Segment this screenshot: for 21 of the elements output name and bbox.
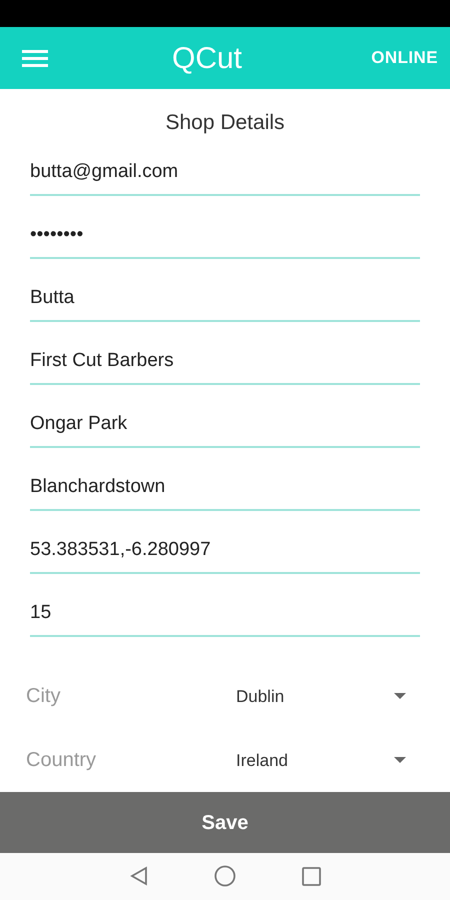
input-field[interactable]: 15 bbox=[30, 591, 420, 638]
status-label: ONLINE bbox=[371, 47, 438, 70]
dropdown[interactable]: Ireland bbox=[236, 748, 406, 774]
back-icon[interactable] bbox=[130, 866, 148, 886]
field-label: City bbox=[26, 684, 62, 710]
input-field[interactable]: Ongar Park bbox=[30, 402, 420, 448]
caret-icon bbox=[394, 693, 406, 700]
field-label: Country bbox=[26, 748, 98, 774]
recents-icon[interactable] bbox=[302, 866, 320, 886]
input-field[interactable]: Blanchardstown bbox=[30, 465, 420, 512]
save-button[interactable]: Save bbox=[0, 792, 450, 853]
app-title: QCut bbox=[172, 41, 242, 78]
dropdown[interactable]: Dublin bbox=[236, 684, 406, 710]
home-icon[interactable] bbox=[214, 865, 236, 888]
caret-icon bbox=[394, 757, 406, 764]
input-field[interactable]: 53.383531,-6.280997 bbox=[30, 528, 420, 574]
input-field[interactable]: First Cut Barbers bbox=[30, 339, 420, 386]
input-field[interactable]: Butta bbox=[30, 276, 420, 322]
page-heading: Shop Details bbox=[164, 110, 286, 136]
input-field[interactable]: butta@gmail.com bbox=[30, 150, 420, 196]
input-field[interactable]: •••••••• bbox=[30, 213, 420, 260]
